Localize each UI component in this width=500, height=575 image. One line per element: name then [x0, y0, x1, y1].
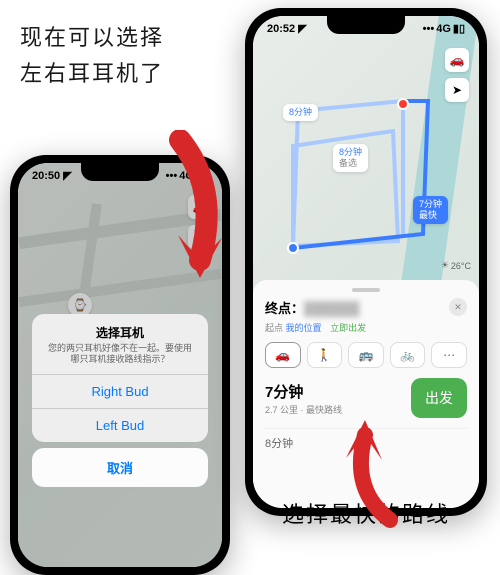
dialog-message: 您的两只耳机好像不在一起。要使用哪只耳机接收路线指示？: [32, 343, 207, 374]
origin-location[interactable]: 我的位置: [286, 323, 322, 333]
earbud-dialog: 选择耳机 您的两只耳机好像不在一起。要使用哪只耳机接收路线指示？ Right B…: [32, 314, 207, 442]
mode-more[interactable]: ⋯: [431, 342, 467, 368]
notch: [327, 16, 405, 34]
close-icon[interactable]: ✕: [449, 298, 467, 316]
headline-line2: 左右耳耳机了: [20, 56, 164, 88]
route-tag: 最快: [419, 210, 442, 221]
map-vehicle-icon[interactable]: 🚗: [445, 48, 469, 72]
mode-transit[interactable]: 🚌: [348, 342, 384, 368]
route-label-1[interactable]: 8分钟: [283, 104, 318, 121]
depart-now[interactable]: 立即出发: [330, 323, 366, 333]
option-right-bud[interactable]: Right Bud: [32, 374, 207, 408]
locate-icon[interactable]: ➤: [445, 78, 469, 102]
status-time: 20:52 ◤: [267, 22, 307, 35]
arrow-annotation-1: [150, 130, 240, 290]
go-button[interactable]: 出发: [411, 378, 467, 418]
mode-bike[interactable]: 🚲: [390, 342, 426, 368]
temperature-badge: ☀ 26°C: [441, 260, 471, 271]
eta-time: 7分钟: [265, 381, 342, 402]
headline-line1: 现在可以选择: [20, 20, 164, 52]
status-right: •••4G▮▯: [423, 22, 465, 35]
eta-detail: 2.7 公里 · 最快路线: [265, 403, 342, 416]
dialog-title: 选择耳机: [32, 314, 207, 343]
notch: [81, 163, 159, 181]
status-time: 20:50 ◤: [32, 169, 72, 182]
route-label-fastest[interactable]: 7分钟 最快: [413, 196, 448, 224]
option-left-bud[interactable]: Left Bud: [32, 408, 207, 442]
sheet-handle[interactable]: [352, 288, 380, 292]
dest-value: ██████: [304, 301, 359, 316]
transport-mode-bar: 🚗 🚶 🚌 🚲 ⋯: [265, 342, 467, 368]
dest-label: 终点：: [265, 301, 304, 316]
route-time: 7分钟: [419, 199, 442, 210]
route-tag: 备选: [339, 158, 362, 169]
dialog-cancel-button[interactable]: 取消: [32, 448, 207, 487]
mode-walk[interactable]: 🚶: [307, 342, 343, 368]
origin-line: 起点 我的位置 立即出发: [265, 321, 366, 334]
route-time: 8分钟: [339, 147, 362, 158]
mode-car[interactable]: 🚗: [265, 342, 301, 368]
arrow-annotation-2: [320, 420, 410, 530]
route-label-2[interactable]: 8分钟 备选: [333, 144, 368, 172]
